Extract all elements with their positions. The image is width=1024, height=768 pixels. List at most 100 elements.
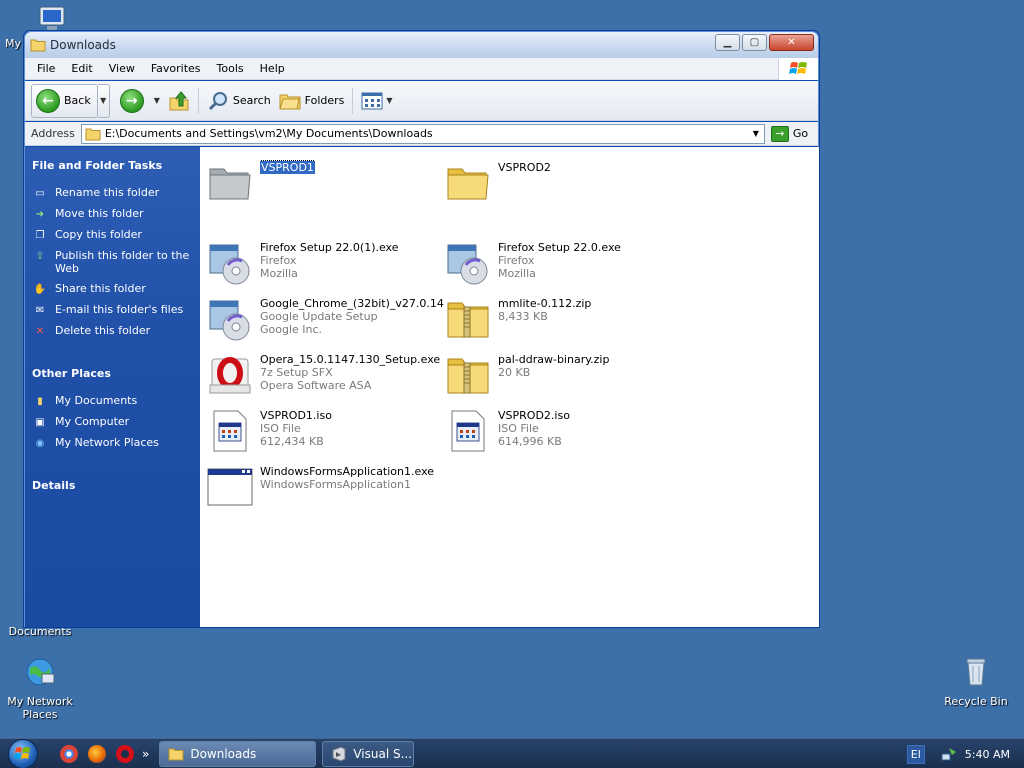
forward-button[interactable]: → ▼ bbox=[116, 85, 164, 117]
language-indicator[interactable]: El bbox=[906, 744, 925, 764]
file-description: Firefox bbox=[498, 254, 535, 267]
file-list: VSPROD1 VSPROD2 Firefox Setup 22.0(1).ex… bbox=[200, 147, 819, 627]
toolbar: ← Back ▼ → ▼ Search Folders ▼ bbox=[25, 81, 818, 121]
folder-icon bbox=[447, 168, 489, 200]
file-description: Firefox bbox=[260, 254, 297, 267]
firefox-quicklaunch-icon[interactable] bbox=[88, 744, 106, 763]
task-move-folder[interactable]: ➜ Move this folder bbox=[25, 207, 200, 221]
go-arrow-icon: → bbox=[770, 125, 789, 142]
menu-tools[interactable]: Tools bbox=[209, 58, 252, 80]
menu-file[interactable]: File bbox=[25, 58, 63, 80]
menu-edit[interactable]: Edit bbox=[63, 58, 100, 80]
task-label: Share this folder bbox=[55, 282, 146, 295]
folders-icon bbox=[278, 94, 301, 109]
details-header[interactable]: Details bbox=[25, 479, 200, 492]
desktop-icon-recycle-bin[interactable]: Recycle Bin bbox=[936, 656, 1016, 708]
file-item-google-chrome[interactable]: Google_Chrome_(32bit)_v27.0.14... Google… bbox=[206, 295, 444, 347]
up-folder-button[interactable] bbox=[164, 85, 194, 117]
toolbar-separator bbox=[197, 87, 199, 114]
file-item-pal-ddraw-zip[interactable]: pal-ddraw-binary.zip 20 KB bbox=[444, 351, 682, 403]
file-name: Opera_15.0.1147.130_Setup.exe bbox=[260, 353, 441, 366]
file-item-mmlite-zip[interactable]: mmlite-0.112.zip 8,433 KB bbox=[444, 295, 682, 347]
email-icon: ✉ bbox=[35, 304, 45, 316]
windows-logo-icon bbox=[14, 746, 30, 759]
network-places-icon: ◉ bbox=[35, 437, 45, 449]
place-my-documents[interactable]: ▮ My Documents bbox=[25, 394, 200, 408]
file-folder-tasks-header[interactable]: File and Folder Tasks bbox=[25, 159, 200, 172]
task-copy-folder[interactable]: ❐ Copy this folder bbox=[25, 228, 200, 242]
menu-view[interactable]: View bbox=[101, 58, 143, 80]
task-pane: File and Folder Tasks ▭ Rename this folde… bbox=[25, 147, 200, 627]
task-label: Rename this folder bbox=[55, 186, 160, 199]
file-item-vsprod2[interactable]: VSPROD2 bbox=[444, 159, 682, 211]
task-label: Publish this folder to the Web bbox=[55, 249, 190, 275]
start-button[interactable] bbox=[8, 738, 38, 768]
place-my-computer[interactable]: ▣ My Computer bbox=[25, 415, 200, 429]
file-size: 20 KB bbox=[498, 366, 531, 379]
file-item-opera-setup[interactable]: Opera_15.0.1147.130_Setup.exe 7z Setup S… bbox=[206, 351, 444, 403]
task-rename-folder[interactable]: ▭ Rename this folder bbox=[25, 186, 200, 200]
address-dropdown[interactable]: ▼ bbox=[748, 125, 764, 143]
network-status-icon[interactable] bbox=[941, 746, 957, 762]
task-publish-web[interactable]: ⇪ Publish this folder to the Web bbox=[25, 249, 200, 275]
toolbar-separator bbox=[352, 87, 354, 114]
zip-folder-icon bbox=[447, 358, 489, 394]
clock[interactable]: 5:40 AM bbox=[965, 748, 1010, 761]
folders-button[interactable]: Folders bbox=[275, 85, 349, 117]
taskbar-item-label: Downloads bbox=[190, 746, 257, 761]
setup-disc-icon bbox=[447, 244, 488, 285]
file-name: Google_Chrome_(32bit)_v27.0.14... bbox=[260, 297, 444, 310]
taskbar-item-visual-studio[interactable]: Visual S... bbox=[322, 740, 415, 767]
minimize-button[interactable]: ▁ bbox=[715, 34, 740, 51]
task-email-files[interactable]: ✉ E-mail this folder's files bbox=[25, 303, 200, 317]
chevron-down-icon: ▼ bbox=[153, 96, 160, 105]
file-item-firefox-setup-1[interactable]: Firefox Setup 22.0(1).exe Firefox Mozill… bbox=[206, 239, 444, 291]
file-size: 8,433 KB bbox=[498, 310, 548, 323]
task-share-folder[interactable]: ✋ Share this folder bbox=[25, 282, 200, 296]
file-name: Firefox Setup 22.0(1).exe bbox=[260, 241, 399, 254]
address-bar: Address E:\Documents and Settings\vm2\My… bbox=[25, 122, 818, 146]
file-item-firefox-setup[interactable]: Firefox Setup 22.0.exe Firefox Mozilla bbox=[444, 239, 682, 291]
back-history-dropdown[interactable]: ▼ bbox=[97, 83, 110, 118]
file-type: ISO File bbox=[260, 422, 301, 435]
task-delete-folder[interactable]: ✕ Delete this folder bbox=[25, 324, 200, 338]
title-bar[interactable]: Downloads ▁ ▢ ✕ bbox=[25, 32, 818, 58]
file-item-windowsformsapplication1[interactable]: WindowsFormsApplication1.exe WindowsForm… bbox=[206, 463, 444, 515]
file-type: ISO File bbox=[498, 422, 539, 435]
taskbar-item-downloads[interactable]: Downloads bbox=[159, 740, 317, 767]
chrome-quicklaunch-icon[interactable] bbox=[60, 744, 78, 763]
place-network-places[interactable]: ◉ My Network Places bbox=[25, 436, 200, 450]
go-button[interactable]: → Go bbox=[770, 125, 808, 142]
menu-help[interactable]: Help bbox=[252, 58, 293, 80]
file-item-vsprod1[interactable]: VSPROD1 bbox=[206, 159, 444, 211]
desktop-icon-label: My Network Places bbox=[7, 695, 73, 721]
address-input[interactable]: E:\Documents and Settings\vm2\My Documen… bbox=[80, 123, 765, 144]
back-button[interactable]: ← Back bbox=[31, 83, 98, 118]
copy-icon: ❐ bbox=[35, 229, 45, 241]
menu-favorites[interactable]: Favorites bbox=[143, 58, 209, 80]
search-icon bbox=[208, 91, 227, 110]
minimize-icon: ▁ bbox=[723, 37, 732, 48]
place-label: My Computer bbox=[55, 415, 130, 428]
publish-web-icon: ⇪ bbox=[35, 250, 45, 262]
task-label: Delete this folder bbox=[55, 324, 151, 337]
window-title: Downloads bbox=[50, 38, 116, 52]
maximize-icon: ▢ bbox=[749, 37, 760, 48]
zip-folder-icon bbox=[447, 302, 489, 338]
file-item-vsprod1-iso[interactable]: VSPROD1.iso ISO File 612,434 KB bbox=[206, 407, 444, 459]
explorer-window: Downloads ▁ ▢ ✕ File Edit View Favorites… bbox=[23, 30, 820, 628]
chevron-down-icon: ▼ bbox=[100, 96, 107, 105]
file-name: VSPROD2.iso bbox=[498, 409, 570, 422]
maximize-button[interactable]: ▢ bbox=[742, 34, 767, 51]
views-button[interactable]: ▼ bbox=[357, 85, 396, 117]
address-value: E:\Documents and Settings\vm2\My Documen… bbox=[104, 127, 433, 140]
network-globe-icon bbox=[26, 658, 55, 686]
file-item-vsprod2-iso[interactable]: VSPROD2.iso ISO File 614,996 KB bbox=[444, 407, 682, 459]
search-button[interactable]: Search bbox=[203, 85, 275, 117]
task-label: Move this folder bbox=[55, 207, 144, 220]
other-places-header[interactable]: Other Places bbox=[25, 367, 200, 380]
quicklaunch-overflow-icon[interactable]: » bbox=[142, 747, 149, 761]
opera-quicklaunch-icon[interactable] bbox=[116, 744, 134, 763]
close-button[interactable]: ✕ bbox=[769, 34, 814, 51]
desktop-icon-network-places[interactable]: My Network Places bbox=[0, 656, 80, 721]
